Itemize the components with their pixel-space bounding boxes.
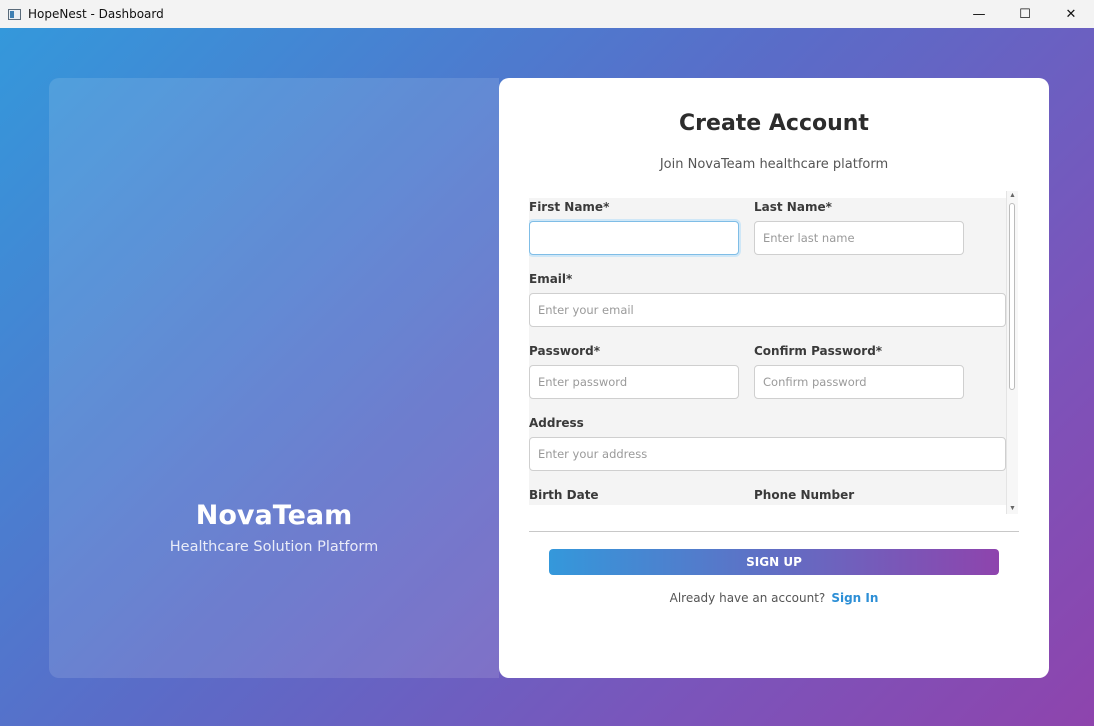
signin-prompt: Already have an account? [669, 591, 826, 605]
close-icon[interactable]: ✕ [1048, 0, 1094, 28]
divider [529, 531, 1019, 532]
maximize-icon[interactable]: ☐ [1002, 0, 1048, 28]
email-input[interactable] [529, 293, 1006, 327]
scroll-down-icon[interactable]: ▼ [1007, 504, 1018, 514]
address-label: Address [529, 416, 584, 430]
scrollbar-thumb[interactable] [1009, 203, 1015, 390]
scroll-up-icon[interactable]: ▲ [1007, 191, 1018, 201]
password-label: Password* [529, 344, 600, 358]
last-name-input[interactable] [754, 221, 964, 255]
signup-card: Create Account Join NovaTeam healthcare … [499, 78, 1049, 678]
sign-up-button[interactable]: SIGN UP [549, 549, 999, 575]
brand-tagline: Healthcare Solution Platform [169, 539, 379, 555]
title-bar: HopeNest - Dashboard — ☐ ✕ [0, 0, 1094, 28]
address-input[interactable] [529, 437, 1006, 471]
phone-number-label: Phone Number [754, 488, 855, 502]
last-name-label: Last Name* [754, 200, 832, 214]
form-subtitle: Join NovaTeam healthcare platform [659, 157, 889, 172]
minimize-icon[interactable]: — [956, 0, 1002, 28]
signin-row: Already have an account? Sign In [499, 591, 1049, 605]
window-controls: — ☐ ✕ [956, 0, 1094, 28]
first-name-input[interactable] [529, 221, 739, 255]
first-name-label: First Name* [529, 200, 610, 214]
form-scroll-area[interactable]: First Name* Last Name* Email* Password* … [529, 198, 1006, 505]
confirm-password-input[interactable] [754, 365, 964, 399]
app-icon [8, 8, 21, 20]
app-background: NovaTeam Healthcare Solution Platform Cr… [0, 28, 1094, 726]
sign-in-link[interactable]: Sign In [831, 591, 878, 605]
birth-date-label: Birth Date [529, 488, 599, 502]
window-title: HopeNest - Dashboard [28, 7, 164, 21]
brand-name: NovaTeam [195, 500, 353, 531]
form-title: Create Account [679, 111, 869, 136]
confirm-password-label: Confirm Password* [754, 344, 883, 358]
password-input[interactable] [529, 365, 739, 399]
email-label: Email* [529, 272, 573, 286]
brand-panel: NovaTeam Healthcare Solution Platform [49, 78, 499, 678]
form-scrollbar[interactable]: ▲ ▼ [1006, 191, 1018, 514]
